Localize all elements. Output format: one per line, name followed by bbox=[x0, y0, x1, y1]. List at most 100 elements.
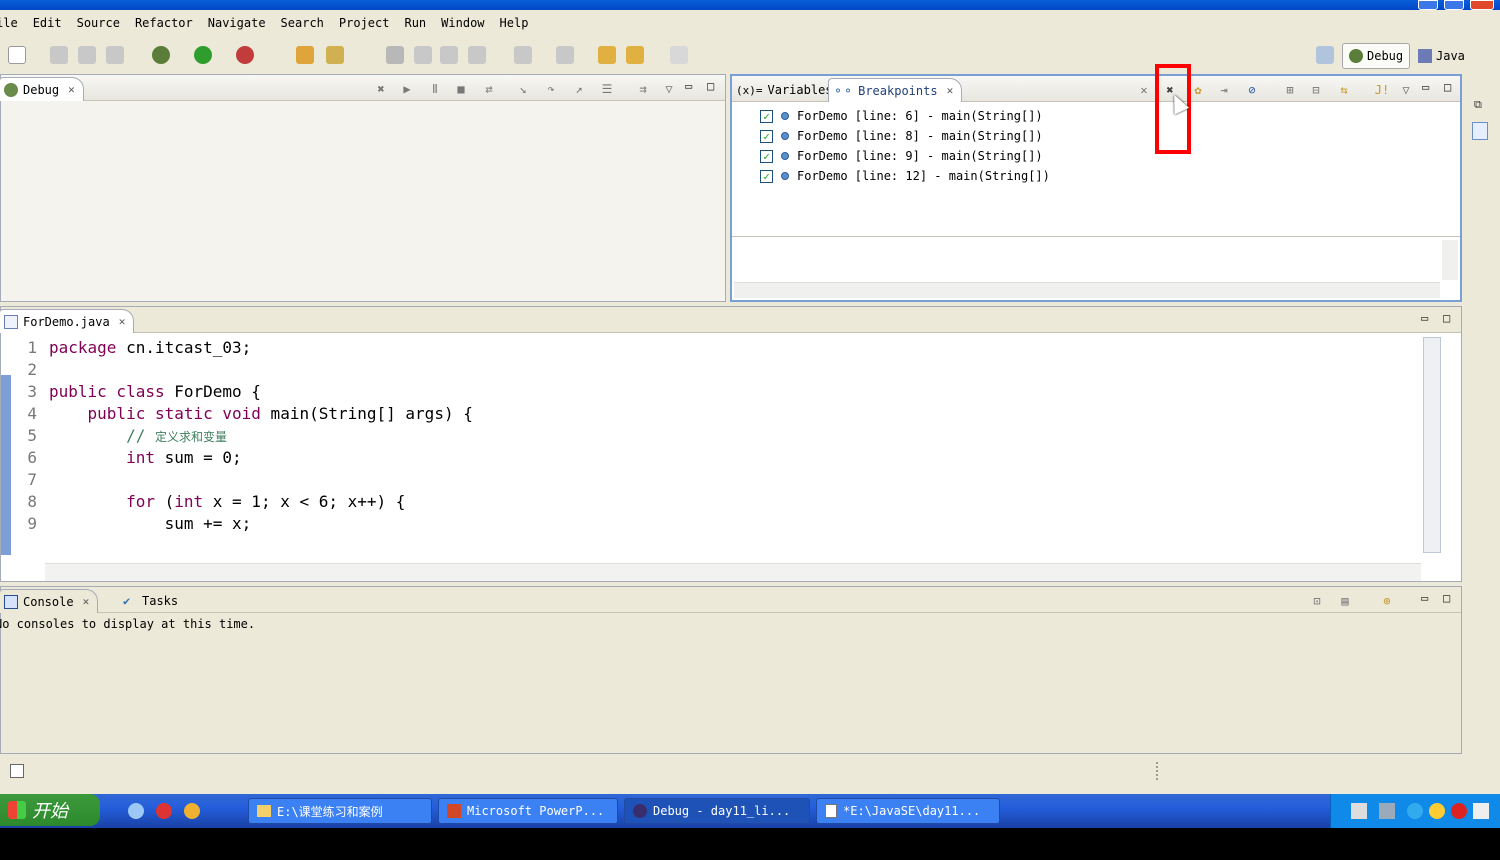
tray-icon[interactable] bbox=[1473, 803, 1489, 819]
go-to-file-icon[interactable]: ⇥ bbox=[1216, 82, 1232, 98]
quick-launch-icon[interactable] bbox=[128, 803, 144, 819]
toggle-breadcrumb-icon[interactable] bbox=[386, 46, 404, 64]
save-all-icon[interactable] bbox=[78, 46, 96, 64]
skip-all-breakpoints-icon[interactable]: ⊘ bbox=[1244, 82, 1260, 98]
minimize-icon[interactable]: ▭ bbox=[1421, 311, 1428, 325]
collapse-all-icon[interactable]: ⊟ bbox=[1308, 82, 1324, 98]
suspend-icon[interactable]: Ⅱ bbox=[427, 81, 443, 97]
close-icon[interactable]: ✕ bbox=[947, 84, 954, 97]
tray-icon[interactable] bbox=[1429, 803, 1445, 819]
taskbar-item-eclipse[interactable]: Debug - day11_li... bbox=[624, 798, 810, 824]
breakpoint-item[interactable]: ✓ ForDemo [line: 8] - main(String[]) bbox=[760, 126, 1043, 146]
run-icon[interactable] bbox=[194, 46, 212, 64]
fast-view-icon[interactable] bbox=[10, 764, 24, 778]
close-icon[interactable]: ✕ bbox=[68, 83, 75, 96]
close-icon[interactable]: ✕ bbox=[119, 315, 126, 328]
display-console-icon[interactable]: ▤ bbox=[1337, 593, 1353, 609]
maximize-icon[interactable]: □ bbox=[1443, 591, 1450, 605]
taskbar-item-powerpoint[interactable]: Microsoft PowerP... bbox=[438, 798, 618, 824]
tab-console[interactable]: Console ✕ bbox=[0, 589, 99, 613]
toggle-mark-icon[interactable] bbox=[414, 46, 432, 64]
next-annotation-icon[interactable] bbox=[514, 46, 532, 64]
menu-search[interactable]: Search bbox=[281, 16, 324, 30]
open-perspective-icon[interactable] bbox=[1316, 46, 1334, 64]
search-icon[interactable] bbox=[326, 46, 344, 64]
open-console-icon[interactable]: ⊕ bbox=[1379, 593, 1395, 609]
restore-icon[interactable]: ⧉ bbox=[1474, 98, 1482, 112]
code-area[interactable]: 1 package cn.itcast_03; 2 3 public class F… bbox=[1, 333, 1461, 581]
tray-icon[interactable] bbox=[1379, 803, 1395, 819]
tab-breakpoints[interactable]: ⚬⚬ Breakpoints ✕ bbox=[828, 78, 963, 102]
quick-launch-icon[interactable] bbox=[156, 803, 172, 819]
outline-icon[interactable] bbox=[1472, 122, 1488, 140]
use-step-filters-icon[interactable]: ⇉ bbox=[635, 81, 651, 97]
menu-run[interactable]: Run bbox=[404, 16, 426, 30]
debug-run-icon[interactable] bbox=[152, 46, 170, 64]
breakpoint-item[interactable]: ✓ ForDemo [line: 6] - main(String[]) bbox=[760, 106, 1043, 126]
tab-variables[interactable]: (x)= Variables bbox=[732, 78, 841, 102]
save-icon[interactable] bbox=[50, 46, 68, 64]
add-exception-breakpoint-icon[interactable]: J! bbox=[1374, 82, 1390, 98]
pin-console-icon[interactable]: ⊡ bbox=[1309, 593, 1325, 609]
step-into-icon[interactable]: ↘ bbox=[515, 81, 531, 97]
step-over-icon[interactable]: ↷ bbox=[543, 81, 559, 97]
close-icon[interactable]: ✕ bbox=[83, 595, 90, 608]
detail-horizontal-scrollbar[interactable] bbox=[734, 282, 1440, 298]
breakpoint-checkbox[interactable]: ✓ bbox=[760, 169, 773, 183]
perspective-java[interactable]: Java bbox=[1412, 43, 1471, 69]
remove-terminated-icon[interactable]: ✖ bbox=[373, 81, 389, 97]
tab-tasks[interactable]: ✔ Tasks bbox=[119, 589, 186, 613]
drop-to-frame-icon[interactable]: ☰ bbox=[599, 81, 615, 97]
tab-fordemo-java[interactable]: ForDemo.java ✕ bbox=[0, 309, 135, 333]
taskbar-item-notepad[interactable]: *E:\JavaSE\day11... bbox=[816, 798, 1000, 824]
editor-horizontal-scrollbar[interactable] bbox=[45, 563, 1421, 581]
open-type-icon[interactable] bbox=[296, 46, 314, 64]
taskbar-item-explorer[interactable]: E:\课堂练习和案例 bbox=[248, 798, 432, 824]
disconnect-icon[interactable]: ⇄ bbox=[481, 81, 497, 97]
maximize-icon[interactable]: □ bbox=[707, 79, 714, 93]
terminate-icon[interactable]: ■ bbox=[453, 81, 469, 97]
breakpoint-item[interactable]: ✓ ForDemo [line: 9] - main(String[]) bbox=[760, 146, 1043, 166]
remove-breakpoint-icon[interactable]: ✕ bbox=[1136, 82, 1152, 98]
menu-project[interactable]: Project bbox=[339, 16, 390, 30]
maximize-button[interactable] bbox=[1444, 0, 1464, 10]
back-icon[interactable] bbox=[626, 46, 644, 64]
forward-icon[interactable] bbox=[670, 46, 688, 64]
tray-icon[interactable] bbox=[1407, 803, 1423, 819]
menu-refactor[interactable]: Refactor bbox=[135, 16, 193, 30]
block-selection-icon[interactable] bbox=[440, 46, 458, 64]
view-menu-icon[interactable]: ▽ bbox=[661, 81, 677, 97]
perspective-debug[interactable]: Debug bbox=[1342, 43, 1411, 69]
show-supported-breakpoints-icon[interactable]: ✿ bbox=[1190, 82, 1206, 98]
menu-window[interactable]: Window bbox=[441, 16, 484, 30]
new-icon[interactable] bbox=[8, 46, 26, 64]
step-return-icon[interactable]: ↗ bbox=[571, 81, 587, 97]
minimize-button[interactable] bbox=[1418, 0, 1438, 10]
start-button[interactable]: 开始 bbox=[0, 794, 100, 826]
breakpoint-checkbox[interactable]: ✓ bbox=[760, 109, 773, 123]
breakpoint-ruler[interactable] bbox=[1, 375, 11, 555]
menu-file[interactable]: ile bbox=[0, 16, 18, 30]
menu-help[interactable]: Help bbox=[500, 16, 529, 30]
breakpoint-checkbox[interactable]: ✓ bbox=[760, 129, 773, 143]
minimize-icon[interactable]: ▭ bbox=[1421, 591, 1428, 605]
detail-vertical-scrollbar[interactable] bbox=[1442, 240, 1458, 280]
tray-icon[interactable] bbox=[1451, 803, 1467, 819]
tray-icon[interactable] bbox=[1351, 803, 1367, 819]
last-edit-icon[interactable] bbox=[598, 46, 616, 64]
breakpoint-checkbox[interactable]: ✓ bbox=[760, 149, 773, 163]
menu-navigate[interactable]: Navigate bbox=[208, 16, 266, 30]
editor-vertical-scrollbar[interactable] bbox=[1423, 337, 1441, 553]
quick-launch-icon[interactable] bbox=[184, 803, 200, 819]
menu-source[interactable]: Source bbox=[77, 16, 120, 30]
breakpoint-item[interactable]: ✓ ForDemo [line: 12] - main(String[]) bbox=[760, 166, 1050, 186]
view-menu-icon[interactable]: ▽ bbox=[1398, 82, 1414, 98]
prev-annotation-icon[interactable] bbox=[556, 46, 574, 64]
minimize-icon[interactable]: ▭ bbox=[1422, 80, 1429, 94]
close-button[interactable] bbox=[1470, 0, 1494, 10]
resume-icon[interactable]: ▶ bbox=[399, 81, 415, 97]
show-whitespace-icon[interactable] bbox=[468, 46, 486, 64]
minimize-icon[interactable]: ▭ bbox=[685, 79, 692, 93]
maximize-icon[interactable]: □ bbox=[1443, 311, 1450, 325]
tab-debug[interactable]: Debug ✕ bbox=[0, 77, 84, 101]
